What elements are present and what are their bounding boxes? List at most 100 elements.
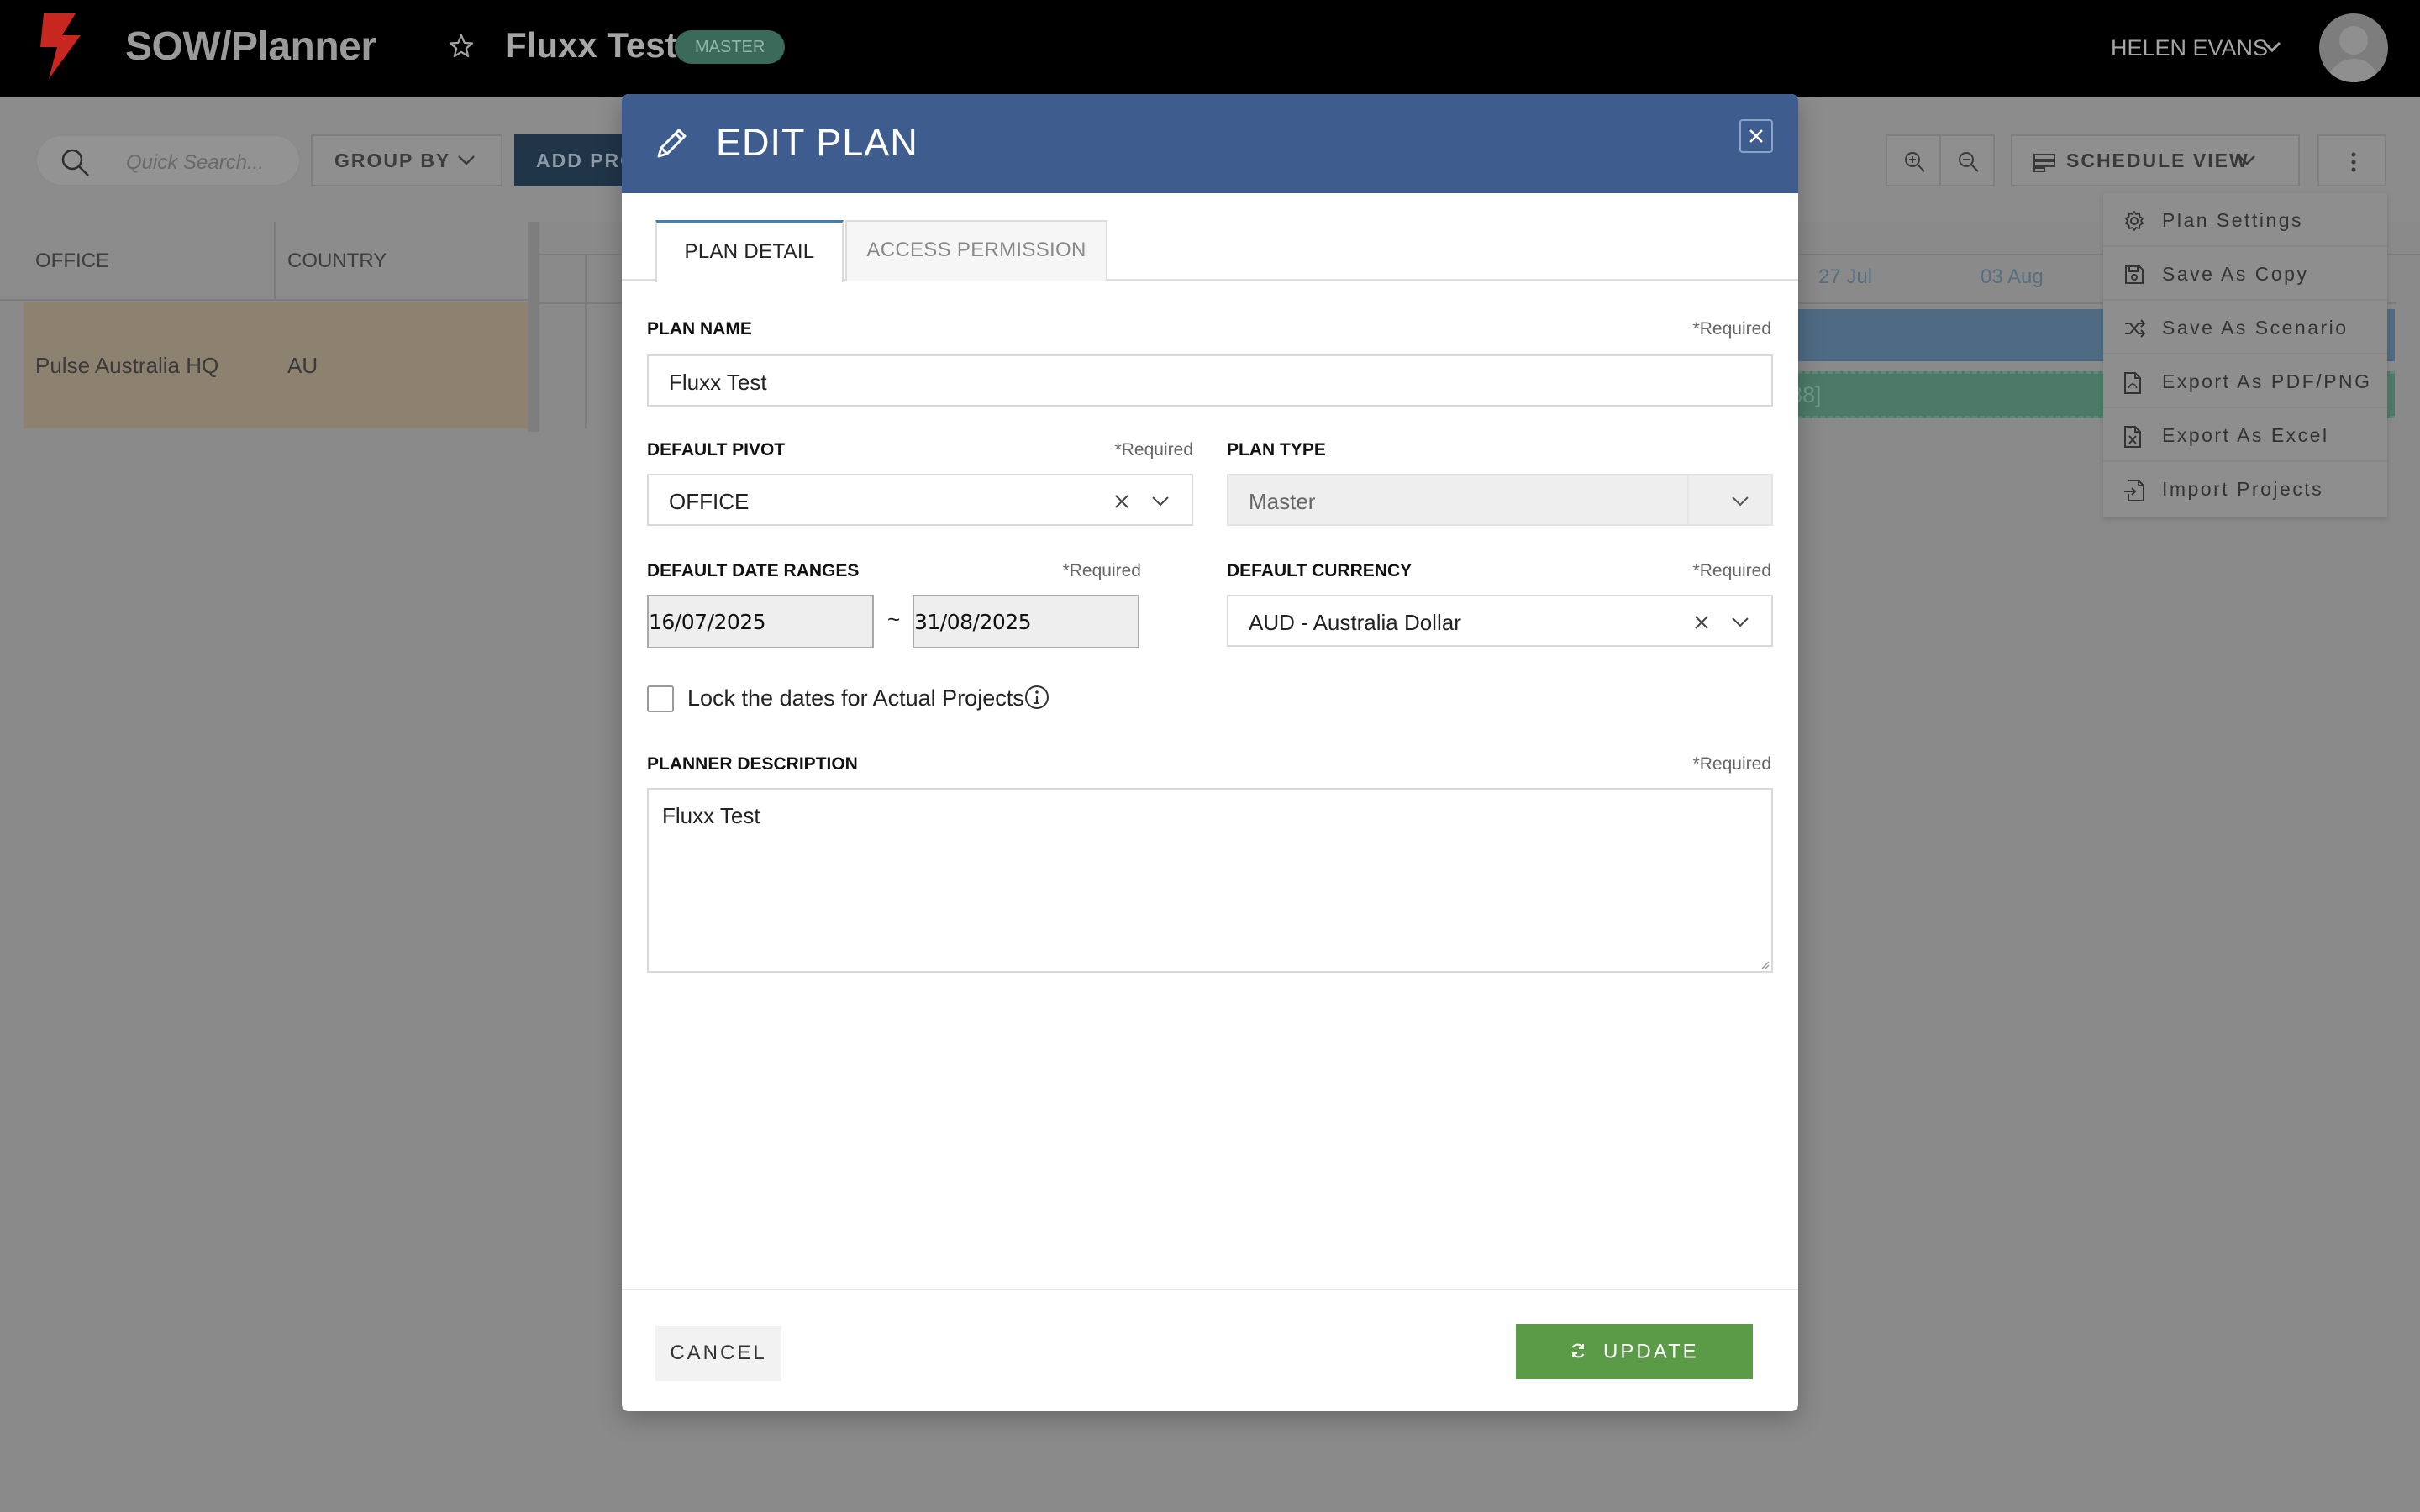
group-by-label: GROUP BY — [334, 150, 451, 171]
menu-item-export-pdf[interactable]: Export As PDF/PNG — [2103, 354, 2387, 408]
menu-item-export-excel[interactable]: Export As Excel — [2103, 408, 2387, 462]
chevron-down-icon — [1732, 496, 1749, 507]
planner-description-value: Fluxx Test — [662, 803, 760, 828]
refresh-icon — [1572, 1343, 1585, 1358]
plan-type-value: Master — [1249, 489, 1316, 514]
clear-icon[interactable] — [1694, 615, 1709, 630]
chevron-down-icon — [458, 155, 475, 165]
modal-footer-divider — [622, 1289, 1798, 1290]
save-icon — [2125, 265, 2144, 284]
default-pivot-label: DEFAULT PIVOT — [647, 440, 786, 459]
chevron-down-icon — [2238, 155, 2255, 165]
schedule-view-label: SCHEDULE VIEW — [2066, 150, 2249, 171]
chevron-down-icon[interactable] — [1151, 496, 1170, 507]
plan-type-label: PLAN TYPE — [1227, 440, 1326, 459]
cancel-button[interactable]: CANCEL — [655, 1326, 781, 1381]
grid-header: OFFICE COUNTRY — [0, 222, 538, 301]
grid-splitter[interactable] — [528, 222, 539, 432]
file-import-icon — [2124, 480, 2144, 501]
plan-name-input[interactable]: Fluxx Test — [647, 354, 1773, 407]
top-bar: SOW/Planner Fluxx Test MASTER HELEN EVAN… — [0, 0, 2420, 97]
tab-access-permission[interactable]: ACCESS PERMISSION — [845, 220, 1107, 281]
plan-name-value: Fluxx Test — [669, 370, 767, 395]
required-indicator: *Required — [1062, 561, 1141, 580]
more-options-button[interactable] — [2317, 134, 2386, 186]
user-avatar[interactable] — [2319, 13, 2388, 82]
column-header-office[interactable]: OFFICE — [0, 222, 276, 301]
menu-item-label: Save As Copy — [2162, 263, 2309, 285]
edit-plan-modal: EDIT PLAN PLAN DETAIL ACCESS PERMISSION … — [622, 94, 1798, 1411]
chevron-down-icon[interactable] — [2262, 39, 2282, 55]
date-range-separator: ~ — [887, 606, 901, 632]
plan-title: Fluxx Test — [505, 25, 677, 65]
more-options-menu: Plan Settings Save As Copy Save As Scena… — [2103, 193, 2387, 517]
plan-name-label: PLAN NAME — [647, 319, 752, 339]
menu-item-label: Plan Settings — [2162, 209, 2304, 231]
info-icon[interactable] — [1023, 684, 1050, 711]
default-currency-value: AUD - Australia Dollar — [1249, 610, 1461, 635]
menu-item-label: Import Projects — [2162, 478, 2324, 500]
default-pivot-select[interactable]: OFFICE — [647, 474, 1193, 526]
default-currency-select[interactable]: AUD - Australia Dollar — [1227, 595, 1773, 647]
schedule-view-icon — [2033, 154, 2055, 172]
zoom-in-button[interactable] — [1886, 134, 1941, 186]
column-header-country[interactable]: COUNTRY — [276, 222, 528, 301]
menu-item-label: Save As Scenario — [2162, 317, 2349, 339]
select-divider — [1687, 475, 1689, 524]
schedule-view-button[interactable]: SCHEDULE VIEW — [2011, 134, 2300, 186]
modal-header: EDIT PLAN — [622, 94, 1798, 193]
file-pdf-icon — [2124, 372, 2141, 394]
group-by-button[interactable]: GROUP BY — [311, 134, 502, 186]
tab-plan-detail[interactable]: PLAN DETAIL — [655, 220, 844, 282]
menu-item-plan-settings[interactable]: Plan Settings — [2103, 193, 2387, 247]
required-indicator: *Required — [1692, 754, 1771, 774]
pencil-icon — [657, 129, 687, 158]
plan-type-select[interactable]: Master — [1227, 474, 1773, 526]
chevron-down-icon[interactable] — [1731, 617, 1749, 628]
menu-item-save-as-copy[interactable]: Save As Copy — [2103, 247, 2387, 301]
default-currency-label: DEFAULT CURRENCY — [1227, 561, 1413, 580]
menu-item-label: Export As PDF/PNG — [2162, 370, 2372, 392]
search-icon — [61, 149, 89, 176]
favorite-star-icon[interactable] — [449, 34, 474, 59]
planner-description-label: PLANNER DESCRIPTION — [647, 754, 858, 774]
gear-icon — [2125, 211, 2144, 231]
start-date-value: 16/07/2025 — [649, 610, 766, 634]
table-row[interactable]: Pulse Australia HQ AU — [24, 302, 528, 428]
required-indicator: *Required — [1692, 319, 1771, 339]
lock-dates-label[interactable]: Lock the dates for Actual Projects — [687, 685, 1024, 711]
required-indicator: *Required — [1692, 561, 1771, 580]
start-date-input[interactable]: 16/07/2025 — [647, 595, 874, 648]
search-placeholder: Quick Search... — [126, 151, 265, 174]
update-button[interactable]: UPDATE — [1516, 1324, 1753, 1379]
lock-dates-checkbox[interactable] — [647, 685, 674, 712]
quick-search-input[interactable]: Quick Search... — [35, 134, 301, 186]
app-title[interactable]: SOW/Planner — [125, 24, 376, 70]
menu-item-save-as-scenario[interactable]: Save As Scenario — [2103, 301, 2387, 354]
country-cell: AU — [287, 353, 318, 378]
required-indicator: *Required — [1114, 440, 1193, 459]
timeline-date: 27 Jul — [1818, 265, 1873, 288]
close-button[interactable] — [1739, 119, 1773, 153]
timeline-date: 03 Aug — [1981, 265, 2044, 288]
file-excel-icon — [2124, 426, 2141, 448]
clear-icon[interactable] — [1114, 494, 1129, 509]
app-logo-icon[interactable] — [37, 13, 84, 81]
zoom-out-button[interactable] — [1939, 134, 1995, 186]
menu-item-import-projects[interactable]: Import Projects — [2103, 462, 2387, 516]
end-date-input[interactable]: 31/08/2025 — [913, 595, 1139, 648]
end-date-value: 31/08/2025 — [914, 610, 1032, 634]
default-date-ranges-label: DEFAULT DATE RANGES — [647, 561, 860, 580]
modal-tabs: PLAN DETAIL ACCESS PERMISSION — [622, 220, 1798, 282]
user-menu-name[interactable]: HELEN EVANS — [2111, 35, 2268, 61]
avatar-placeholder-icon — [2328, 26, 2379, 82]
menu-item-label: Export As Excel — [2162, 424, 2329, 446]
zoom-in-icon — [1905, 152, 1925, 172]
update-label: UPDATE — [1603, 1340, 1699, 1363]
planner-description-textarea[interactable]: Fluxx Test — [647, 788, 1773, 973]
close-icon — [1749, 129, 1763, 143]
shuffle-icon — [2125, 319, 2146, 338]
resize-grip-icon[interactable] — [1760, 959, 1770, 969]
default-pivot-value: OFFICE — [669, 489, 750, 514]
plan-type-badge: MASTER — [675, 30, 786, 64]
